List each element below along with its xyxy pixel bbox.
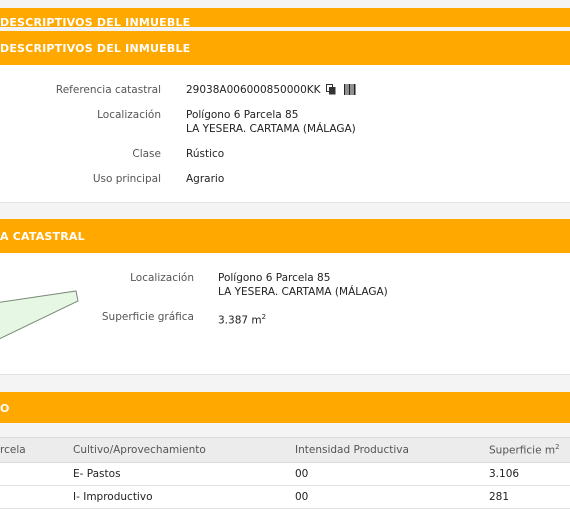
section-title-parcela: A CATASTRAL — [0, 230, 85, 243]
section-title-partial: DESCRIPTIVOS DEL INMUEBLE — [0, 16, 191, 29]
superficie-grafica-value: 3.387 m2 — [218, 310, 266, 328]
ref-catastral-label: Referencia catastral — [55, 84, 161, 96]
parcela-localizacion-line1: Polígono 6 Parcela 85 — [218, 272, 331, 284]
row-superficie: 281 — [489, 485, 570, 509]
copy-icon[interactable] — [325, 84, 336, 99]
table-row: I- Improductivo 00 281 — [0, 485, 570, 509]
localizacion-line1: Polígono 6 Parcela 85 — [186, 109, 299, 121]
row-subparcela — [0, 462, 73, 486]
parcela-localizacion-line2: LA YESERA. CARTAMA (MÁLAGA) — [218, 286, 388, 298]
barcode-icon[interactable] — [343, 84, 356, 99]
col-cultivo: Cultivo/Aprovechamiento — [73, 437, 295, 463]
ref-catastral-value: 29038A006000850000KK — [186, 83, 356, 99]
parcela-panel: Localización Polígono 6 Parcela 85 LA YE… — [0, 253, 570, 375]
row-superficie: 3.106 — [489, 462, 570, 486]
clase-value: Rústico — [186, 148, 225, 160]
localizacion-line2: LA YESERA. CARTAMA (MÁLAGA) — [186, 123, 356, 135]
section-header-cultivos[interactable]: O — [0, 392, 570, 423]
row-cultivo: I- Improductivo — [73, 485, 295, 509]
table-row: E- Pastos 00 3.106 — [0, 462, 570, 486]
section-header-parcela[interactable]: A CATASTRAL — [0, 219, 570, 253]
col-superficie-text: Superficie m — [489, 444, 556, 457]
parcel-shape — [0, 290, 79, 340]
row-cultivo: E- Pastos — [73, 462, 295, 486]
uso-principal-value: Agrario — [186, 173, 225, 185]
row-intensidad: 00 — [295, 485, 489, 509]
col-subparcela: rcela — [0, 437, 73, 463]
parcel-map[interactable] — [0, 283, 90, 373]
superficie-grafica-text: 3.387 m — [218, 314, 262, 327]
section-title-cultivos: O — [0, 402, 10, 415]
row-intensidad: 00 — [295, 462, 489, 486]
cultivos-header-row: rcela Cultivo/Aprovechamiento Intensidad… — [0, 437, 570, 463]
parcela-localizacion-label: Localización — [130, 272, 194, 284]
superficie-grafica-label: Superficie gráfica — [101, 311, 194, 323]
section-header-partial[interactable]: DESCRIPTIVOS DEL INMUEBLE — [0, 8, 570, 29]
uso-principal-label: Uso principal — [92, 173, 161, 185]
localizacion-label: Localización — [97, 109, 161, 121]
row-subparcela — [0, 485, 73, 509]
descriptivos-panel: Referencia catastral 29038A006000850000K… — [0, 65, 570, 203]
col-superficie: Superficie m2 — [489, 437, 570, 463]
ref-catastral-text: 29038A006000850000KK — [186, 84, 321, 96]
section-title-descriptivos: DESCRIPTIVOS DEL INMUEBLE — [0, 42, 191, 55]
col-superficie-exp: 2 — [555, 443, 560, 452]
clase-label: Clase — [132, 148, 161, 160]
cultivos-table: rcela Cultivo/Aprovechamiento Intensidad… — [0, 437, 570, 509]
col-intensidad: Intensidad Productiva — [295, 437, 489, 463]
superficie-grafica-exp: 2 — [261, 313, 267, 321]
section-header-descriptivos[interactable]: DESCRIPTIVOS DEL INMUEBLE — [0, 31, 570, 65]
